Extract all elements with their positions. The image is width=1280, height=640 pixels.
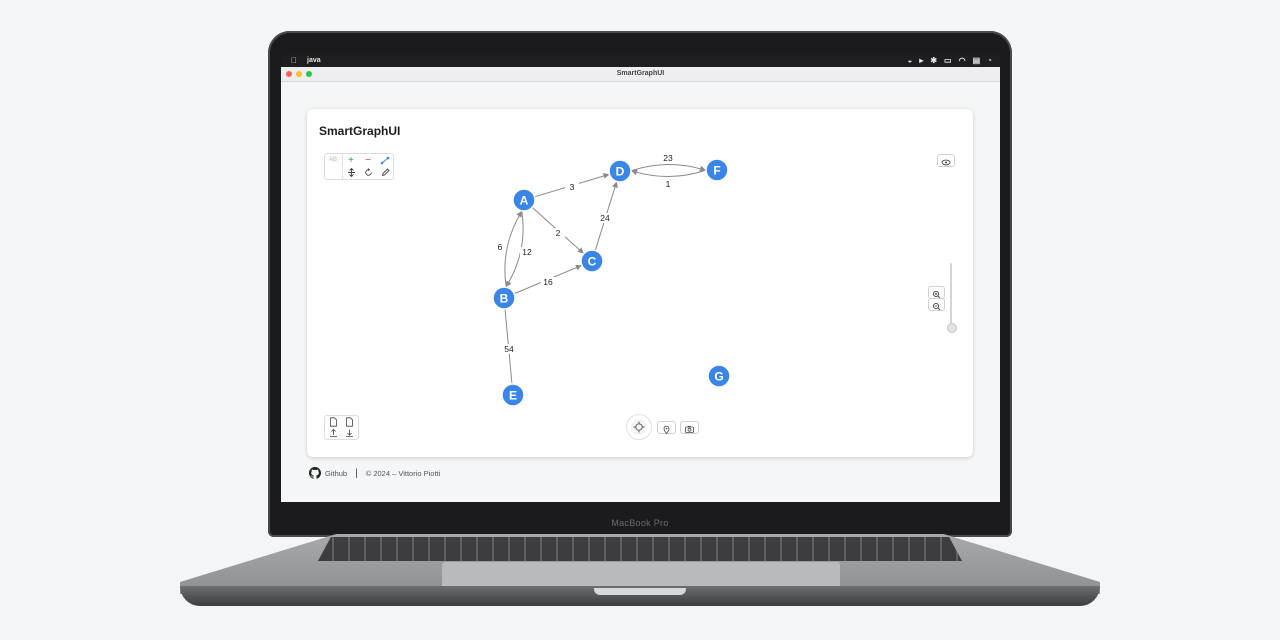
graph-node-label: E xyxy=(509,389,517,403)
center-graph-button[interactable] xyxy=(626,414,652,440)
laptop-keyboard xyxy=(318,537,962,561)
pin-button[interactable] xyxy=(657,421,676,435)
edge-weight-label: 2 xyxy=(556,228,561,238)
menubar-status-icons: ◒ ▸ ✱ ▭ ◠ ▤ ◔ xyxy=(907,56,992,65)
laptop-notch xyxy=(594,588,686,595)
window-title: SmartGraphUI xyxy=(616,70,665,77)
device-brand-label: MacBook Pro xyxy=(611,518,669,528)
edge-weight-label: 24 xyxy=(600,213,610,223)
graph-node-label: F xyxy=(713,164,720,178)
apple-icon[interactable]:  xyxy=(291,56,297,65)
open-file-icon[interactable] xyxy=(341,416,357,427)
graph-node-label: A xyxy=(520,194,529,208)
menubar-app-name[interactable]: java xyxy=(307,57,321,64)
graph-node-label: B xyxy=(500,292,509,306)
edge-weight-label: 12 xyxy=(522,247,532,257)
play-icon[interactable]: ▸ xyxy=(919,56,923,65)
graph-node-g[interactable]: G xyxy=(707,364,731,388)
window-titlebar: SmartGraphUI xyxy=(281,67,1000,82)
map-pin-icon xyxy=(663,425,670,435)
upload-icon[interactable] xyxy=(325,427,341,438)
graph-edge-f-d[interactable] xyxy=(631,169,707,177)
new-file-icon[interactable] xyxy=(325,416,341,427)
crosshair-icon xyxy=(633,421,645,433)
file-toolbar xyxy=(324,415,359,440)
graph-node-d[interactable]: D xyxy=(608,159,632,183)
clock-icon[interactable]: ◔ xyxy=(987,56,992,65)
macos-menubar:  java ◒ ▸ ✱ ▭ ◠ ▤ ◔ xyxy=(281,55,1000,67)
control-center-icon[interactable]: ▤ xyxy=(973,56,981,65)
page-footer: Github | © 2024 – Vittorio Piotti xyxy=(309,467,440,479)
graph-edge-b-a[interactable] xyxy=(504,210,523,288)
github-link[interactable]: Github xyxy=(325,469,347,478)
graph-node-label: G xyxy=(714,370,723,384)
graph-node-label: C xyxy=(588,255,597,269)
edge-weight-label: 3 xyxy=(570,182,575,192)
battery-icon[interactable]: ▭ xyxy=(944,56,952,65)
graph-canvas[interactable]: 3 2 6 12 16 24 23 1 54 A B C D E F G xyxy=(307,109,973,457)
graph-node-e[interactable]: E xyxy=(501,383,525,407)
edge-weight-label: 6 xyxy=(498,242,503,252)
wifi-icon[interactable]: ◠ xyxy=(959,56,966,65)
footer-separator: | xyxy=(355,467,358,479)
graph-node-label: D xyxy=(616,165,625,179)
graph-card: SmartGraphUI AB + − 3 2 6 12 16 24 23 1 … xyxy=(307,109,973,457)
graph-node-c[interactable]: C xyxy=(580,249,604,273)
elephant-icon[interactable]: ◒ xyxy=(907,56,912,65)
copyright-text: © 2024 – Vittorio Piotti xyxy=(365,468,441,478)
graph-node-b[interactable]: B xyxy=(492,286,516,310)
edge-weight-label: 1 xyxy=(666,179,671,189)
laptop-trackpad xyxy=(442,562,840,588)
graph-edge-d-f[interactable] xyxy=(630,164,706,172)
edge-weight-label: 23 xyxy=(663,153,673,163)
github-icon[interactable] xyxy=(309,467,321,479)
graph-node-a[interactable]: A xyxy=(512,188,536,212)
bluetooth-icon[interactable]: ✱ xyxy=(930,56,937,65)
edge-weight-label: 16 xyxy=(543,277,553,287)
download-icon[interactable] xyxy=(341,427,357,438)
graph-node-f[interactable]: F xyxy=(705,158,729,182)
screenshot-button[interactable] xyxy=(680,421,699,434)
laptop-screen:  java ◒ ▸ ✱ ▭ ◠ ▤ ◔ SmartGraphUI SmartG… xyxy=(281,55,1000,502)
camera-icon xyxy=(685,426,694,433)
edge-weight-label: 54 xyxy=(504,344,514,354)
